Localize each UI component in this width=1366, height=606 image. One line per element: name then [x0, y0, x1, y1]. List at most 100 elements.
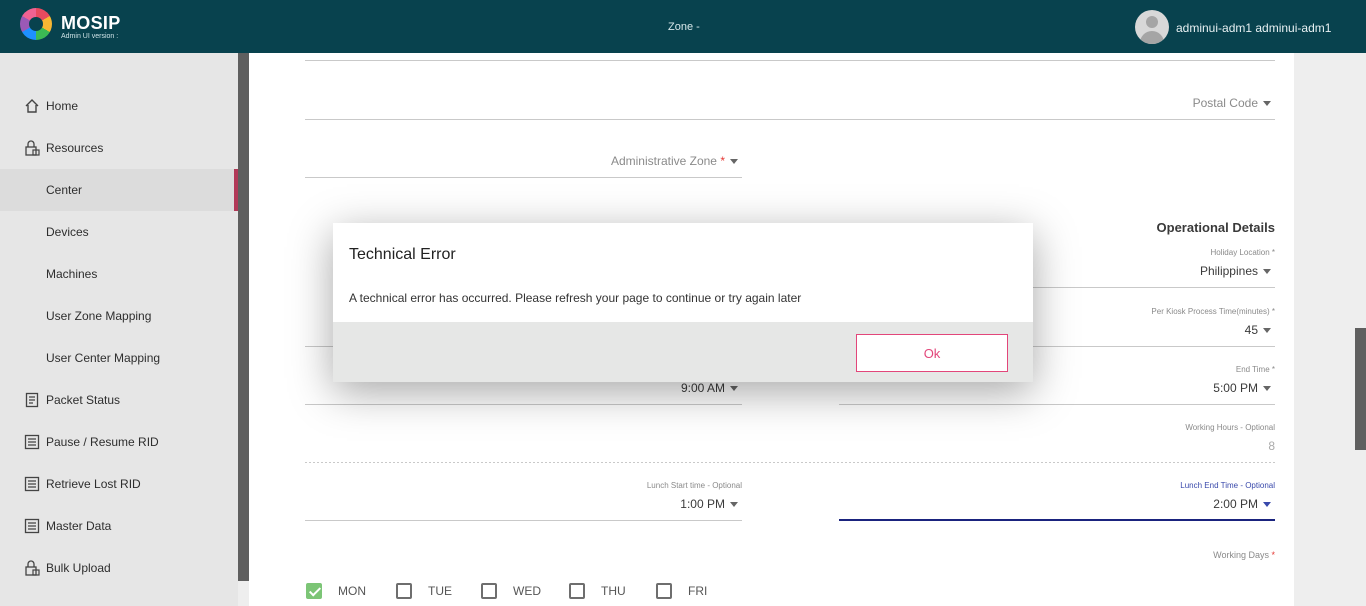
day-checkbox-fri[interactable]: FRI	[656, 583, 707, 599]
sidebar-item-label: Master Data	[46, 519, 112, 533]
focused-underline	[839, 519, 1275, 521]
lunch-start-label: Lunch Start time - Optional	[646, 481, 742, 490]
sidebar-item-label: Devices	[46, 225, 89, 239]
user-name[interactable]: adminui-adm1 adminui-adm1	[1176, 21, 1331, 35]
checkbox-icon	[396, 583, 412, 599]
chevron-down-icon	[1263, 502, 1271, 508]
sidebar-item-bulk-upload[interactable]: Bulk Upload	[0, 547, 238, 589]
sidebar-item-label: Home	[46, 99, 79, 113]
dialog-title: Technical Error	[349, 246, 456, 263]
holiday-location-select[interactable]: Philippines	[1100, 264, 1271, 278]
day-label: FRI	[688, 584, 708, 598]
list-icon	[24, 476, 40, 492]
home-icon	[25, 99, 39, 113]
field-underline	[305, 404, 742, 405]
sidebar-item-master-data[interactable]: Master Data	[0, 505, 238, 547]
list-icon	[24, 434, 40, 450]
day-label: THU	[601, 584, 626, 598]
checkbox-icon	[569, 583, 585, 599]
error-dialog: Technical Error A technical error has oc…	[333, 223, 1033, 382]
administrative-zone-label: Administrative Zone	[610, 154, 717, 168]
start-time-select[interactable]: 9:00 AM	[560, 381, 738, 395]
lock-icon	[25, 560, 40, 576]
postal-code-label: Postal Code	[1192, 96, 1258, 110]
working-days-label-text: Working Days	[1213, 550, 1269, 560]
end-time-select[interactable]: 5:00 PM	[1100, 381, 1271, 395]
sidebar-item-pause-resume-rid[interactable]: Pause / Resume RID	[0, 421, 238, 463]
checkbox-checked-icon	[306, 583, 322, 599]
day-checkbox-tue[interactable]: TUE	[396, 583, 452, 599]
day-label: WED	[513, 584, 541, 598]
day-checkbox-mon[interactable]: MON	[306, 583, 366, 599]
sidebar-item-label: Center	[46, 183, 83, 197]
sidebar-item-label: Retrieve Lost RID	[46, 477, 141, 491]
sidebar-item-label: Machines	[46, 267, 98, 281]
per-kiosk-process-time-value: 45	[1244, 323, 1258, 337]
chevron-down-icon	[1263, 386, 1271, 392]
field-underline	[305, 177, 742, 178]
working-hours-value: 8	[1268, 439, 1275, 453]
lunch-end-label: Lunch End Time - Optional	[1180, 481, 1275, 490]
dialog-message: A technical error has occurred. Please r…	[349, 291, 802, 305]
sidebar-item-retrieve-lost-rid[interactable]: Retrieve Lost RID	[0, 463, 238, 505]
lunch-end-select[interactable]: 2:00 PM	[1100, 497, 1271, 511]
lock-icon	[25, 140, 40, 156]
sidebar-item-user-zone-mapping[interactable]: User Zone Mapping	[0, 295, 238, 337]
top-header: MOSIP Admin UI version : Zone - adminui-…	[0, 0, 1366, 53]
working-days-label: Working Days *	[1100, 550, 1275, 560]
page-scrollbar[interactable]	[1355, 328, 1366, 450]
brand-version: Admin UI version :	[61, 33, 119, 40]
holiday-location-label: Holiday Location *	[1210, 248, 1275, 257]
sidebar-item-label: Resources	[46, 141, 104, 155]
per-kiosk-process-time-select[interactable]: 45	[1100, 323, 1271, 337]
operational-details-title: Operational Details	[1156, 220, 1275, 235]
sidebar-item-machines[interactable]: Machines	[0, 253, 238, 295]
required-mark: *	[720, 154, 725, 168]
administrative-zone-select[interactable]: Administrative Zone *	[500, 154, 738, 168]
sidebar-item-user-center-mapping[interactable]: User Center Mapping	[0, 337, 238, 379]
avatar[interactable]	[1135, 10, 1169, 44]
sidebar-item-devices[interactable]: Devices	[0, 211, 238, 253]
sidebar-item-label: User Center Mapping	[46, 351, 161, 365]
field-underline	[305, 60, 1275, 61]
chevron-down-icon	[730, 386, 738, 392]
field-underline	[305, 520, 742, 521]
sidebar-item-label: Pause / Resume RID	[46, 435, 159, 449]
per-kiosk-process-time-label: Per Kiosk Process Time(minutes) *	[1151, 307, 1275, 316]
day-checkbox-wed[interactable]: WED	[481, 583, 541, 599]
chevron-down-icon	[730, 502, 738, 508]
day-label: TUE	[428, 584, 452, 598]
sidebar-item-label: Bulk Upload	[46, 561, 111, 575]
sidebar-item-resources[interactable]: Resources	[0, 127, 238, 169]
lunch-start-value: 1:00 PM	[680, 497, 725, 511]
mosip-logo-icon	[20, 8, 52, 40]
list-icon	[24, 518, 40, 534]
checkbox-icon	[656, 583, 672, 599]
day-checkbox-thu[interactable]: THU	[569, 583, 626, 599]
field-underline	[839, 404, 1275, 405]
start-time-value: 9:00 AM	[680, 381, 725, 395]
day-label: MON	[338, 584, 366, 598]
sidebar-item-center[interactable]: Center	[0, 169, 238, 211]
dialog-footer: Ok	[333, 322, 1033, 382]
sidebar-item-label: User Zone Mapping	[46, 309, 152, 323]
working-hours-label: Working Hours - Optional	[1185, 423, 1275, 432]
zone-label: Zone -	[668, 21, 700, 33]
sidebar-scrollbar[interactable]	[238, 53, 249, 581]
ok-button[interactable]: Ok	[856, 334, 1008, 372]
field-underline	[305, 119, 1275, 120]
sidebar-item-packet-status[interactable]: Packet Status	[0, 379, 238, 421]
chevron-down-icon	[1263, 269, 1271, 275]
chevron-down-icon	[1263, 101, 1271, 107]
sidebar-item-label: Packet Status	[46, 393, 121, 407]
end-time-value: 5:00 PM	[1213, 381, 1258, 395]
chevron-down-icon	[730, 159, 738, 165]
end-time-label: End Time *	[1235, 365, 1275, 374]
document-icon	[25, 392, 39, 408]
lunch-start-select[interactable]: 1:00 PM	[560, 497, 738, 511]
field-underline-dotted	[305, 462, 1275, 463]
chevron-down-icon	[1263, 328, 1271, 334]
sidebar-item-home[interactable]: Home	[0, 85, 238, 127]
postal-code-select[interactable]: Postal Code	[1060, 96, 1271, 110]
checkbox-icon	[481, 583, 497, 599]
